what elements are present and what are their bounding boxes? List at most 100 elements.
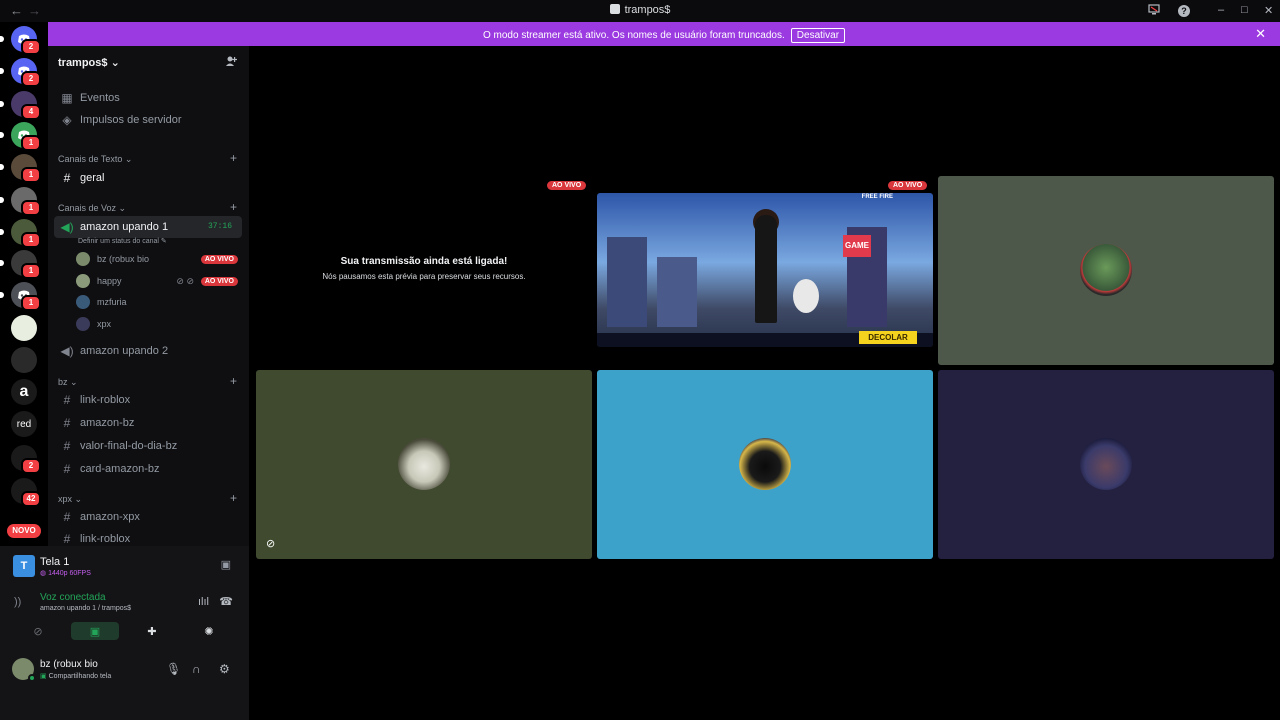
window-title-text: trampos$ [624, 4, 671, 16]
server-icon[interactable]: 1 [0, 187, 41, 216]
game-character [755, 215, 777, 323]
banner-close-icon[interactable]: ✕ [1255, 26, 1266, 42]
category-bz[interactable]: bz ⌄ [58, 377, 78, 388]
server-icon[interactable]: red [11, 411, 37, 437]
voice-member[interactable]: mzfuria [76, 292, 242, 312]
server-icon[interactable] [11, 315, 37, 341]
avatar[interactable] [12, 658, 36, 682]
voice-member[interactable]: bz (robux bio AO VIVO [76, 249, 242, 269]
server-icon[interactable]: 1 [0, 154, 41, 183]
server-icon[interactable]: 2 [11, 445, 41, 474]
server-icon[interactable]: 1 [0, 219, 41, 248]
headphones-icon[interactable]: ∩ [192, 662, 201, 676]
invite-user-icon[interactable] [225, 55, 238, 70]
server-icon[interactable]: 1 [0, 282, 41, 311]
channel-amazon-xpx[interactable]: # amazon-xpx [54, 506, 242, 528]
channel-label: valor-final-do-dia-bz [80, 440, 178, 452]
server-icon[interactable]: 1 [0, 122, 41, 151]
server-icon[interactable]: 2 [0, 58, 41, 87]
microphone-icon[interactable]: 🎙︎ [166, 662, 181, 676]
channel-label: card-amazon-bz [80, 463, 160, 475]
game-stream-tile[interactable]: GAME FREE FIRE DECOLAR [597, 193, 933, 347]
category-xpx[interactable]: xpx ⌄ [58, 494, 82, 505]
server-boosts-link[interactable]: ◈ Impulsos de servidor [54, 109, 242, 131]
voice-channel-amazon-1[interactable]: ◀) amazon upando 1 37:16 [54, 216, 242, 238]
voice-member[interactable]: xpx [76, 314, 242, 334]
voice-channel-1-label: amazon upando 1 [80, 221, 169, 233]
close-icon[interactable]: ✕ [1264, 4, 1273, 17]
mention-badge: 42 [21, 491, 41, 507]
online-status-dot [28, 674, 36, 682]
unread-pip [0, 132, 4, 138]
server-icon[interactable]: 2 [0, 26, 41, 55]
server-icon[interactable]: a [11, 379, 37, 405]
stream-title: Tela 1 [40, 556, 70, 568]
hash-icon: # [63, 416, 71, 430]
unread-pip [0, 197, 4, 203]
calendar-icon: ▦ [61, 91, 73, 105]
channel-card-amazon-bz[interactable]: # card-amazon-bz [54, 458, 242, 480]
unread-pip [0, 164, 4, 170]
server-icon[interactable] [11, 347, 37, 373]
disable-streamer-button[interactable]: Desativar [790, 28, 846, 43]
disconnect-icon[interactable]: ☎ [219, 595, 233, 608]
mention-badge: 4 [21, 104, 41, 120]
server-icon[interactable]: 1 [0, 250, 41, 279]
camera-off-icon[interactable]: ⊘ [14, 622, 62, 640]
channel-geral[interactable]: # geral [54, 167, 242, 189]
participant-avatar [1080, 438, 1132, 490]
participant-tile-3[interactable] [597, 370, 933, 559]
mention-badge: 2 [21, 39, 41, 55]
minimize-icon[interactable]: – [1218, 4, 1224, 16]
monitor-icon[interactable] [1148, 4, 1160, 18]
server-header[interactable]: trampos$ ⌄ [48, 46, 249, 80]
events-link[interactable]: ▦ Eventos [54, 87, 242, 109]
voice-channel-amazon-2[interactable]: ◀) amazon upando 2 [54, 340, 242, 362]
server-name: trampos$ ⌄ [58, 56, 120, 69]
category-bz-label: bz [58, 377, 68, 387]
title-bar: ← → trampos$ ? – □ ✕ [0, 0, 1280, 22]
stop-stream-icon[interactable]: ▣ [221, 558, 231, 571]
channel-link-roblox[interactable]: # link-roblox [54, 389, 242, 411]
participant-tile-4[interactable] [938, 370, 1274, 559]
voice-status[interactable]: Voz conectada [40, 592, 106, 603]
server-icon[interactable]: 42 [11, 478, 41, 507]
screen-thumbnail: T [13, 555, 35, 577]
channel-valor-final-do-dia-bz[interactable]: # valor-final-do-dia-bz [54, 435, 242, 457]
mention-badge: 1 [21, 295, 41, 311]
hash-icon: # [63, 510, 71, 524]
mention-badge: 2 [21, 458, 41, 474]
channel-status[interactable]: Definir um status do canal ✎ [78, 237, 167, 245]
game-building [607, 237, 647, 327]
paused-stream-tile[interactable]: Sua transmissão ainda está ligada! Nós p… [256, 176, 592, 365]
stream-preview-card[interactable]: T Tela 1 ◍ 1440p 60FPS ▣ [6, 550, 243, 582]
maximize-icon[interactable]: □ [1241, 4, 1248, 16]
activities-icon[interactable]: ✚ [128, 622, 176, 640]
live-badge: AO VIVO [200, 276, 238, 286]
window-title: trampos$ [0, 4, 1280, 16]
help-icon[interactable]: ? [1178, 5, 1190, 17]
settings-gear-icon[interactable]: ⚙ [219, 662, 230, 676]
server-icon[interactable]: 4 [0, 91, 41, 120]
add-voice-channel-icon[interactable]: + [230, 200, 237, 214]
add-xpx-channel-icon[interactable]: + [230, 491, 237, 505]
stream-quality: ◍ 1440p 60FPS [40, 570, 91, 577]
noise-suppression-icon[interactable]: ılıl [198, 596, 209, 608]
participant-tile-1[interactable] [938, 176, 1274, 365]
participant-tile-2[interactable] [256, 370, 592, 559]
category-text-channels[interactable]: Canais de Texto ⌄ [58, 154, 132, 165]
server-icon [609, 4, 620, 14]
channel-amazon-bz[interactable]: # amazon-bz [54, 412, 242, 434]
soundboard-icon[interactable]: ✺ [185, 622, 233, 640]
add-bz-channel-icon[interactable]: + [230, 374, 237, 388]
add-text-channel-icon[interactable]: + [230, 151, 237, 165]
category-voice-channels[interactable]: Canais de Voz ⌄ [58, 203, 126, 214]
voice-member[interactable]: happy ⊘ ⊘ AO VIVO [76, 271, 242, 291]
signal-icon[interactable]: )) [14, 596, 21, 608]
server-label: a [19, 383, 29, 400]
screen-share-button[interactable]: ▣ [71, 622, 119, 640]
new-badge[interactable]: NOVO [7, 524, 41, 538]
pencil-icon: ✎ [160, 238, 167, 245]
participant-avatar [1080, 244, 1132, 296]
game-pet [793, 279, 819, 313]
